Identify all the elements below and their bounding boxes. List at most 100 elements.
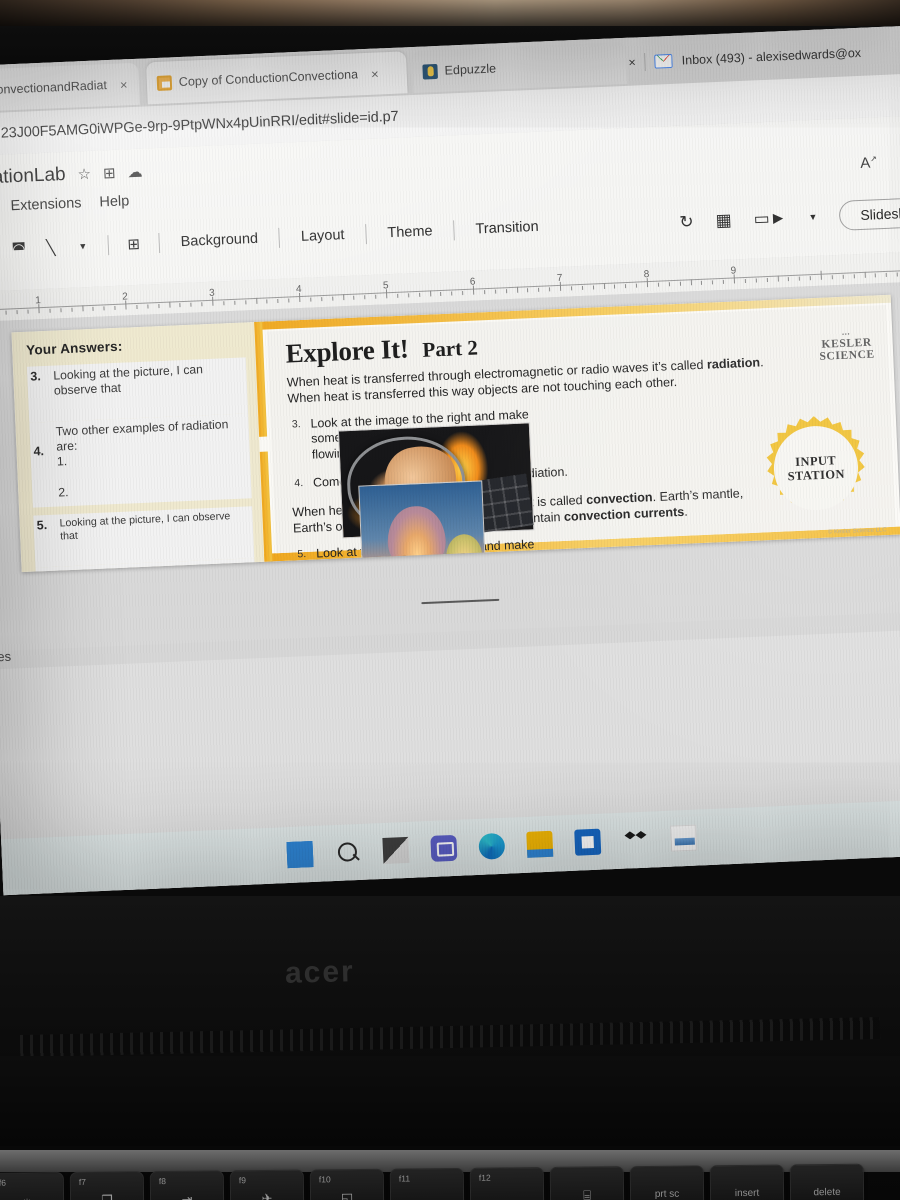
ruler-tick <box>766 278 768 283</box>
file-explorer-icon[interactable] <box>382 836 410 864</box>
ruler-number: 6 <box>469 276 476 288</box>
keyboard-key[interactable]: f10 ◱ <box>309 1168 385 1200</box>
ruler-tick <box>451 291 453 296</box>
ruler-number: 7 <box>556 272 563 285</box>
key-fn-label: f6 <box>0 1177 7 1188</box>
search-icon[interactable] <box>334 839 361 866</box>
ruler-tick <box>244 300 247 305</box>
key-glyph-icon: ⌸ <box>583 1187 592 1200</box>
ruler-number: 8 <box>643 269 650 281</box>
ruler-tick <box>179 303 181 308</box>
ruler-number: 3 <box>208 287 215 299</box>
cloud-saved-icon[interactable]: ☁ <box>127 163 143 182</box>
ruler-tick <box>657 282 659 287</box>
star-icon[interactable]: ☆ <box>77 165 91 184</box>
close-icon[interactable]: × <box>628 55 636 69</box>
line-icon[interactable]: ╲ <box>39 236 62 259</box>
shape-icon[interactable]: ◚ <box>7 238 30 261</box>
store-icon[interactable] <box>574 828 602 856</box>
toolbar-divider <box>365 224 367 245</box>
key-word-label: delete <box>813 1186 841 1199</box>
theme-button[interactable]: Theme <box>380 221 440 244</box>
desk-shadow <box>0 0 900 26</box>
ruler-tick <box>701 280 703 285</box>
menu-item-help[interactable]: Help <box>99 193 129 210</box>
present-video-icon[interactable]: ▭► <box>753 208 787 229</box>
ruler-tick <box>320 297 323 302</box>
keyboard-key[interactable]: f11 <box>389 1167 465 1200</box>
close-icon[interactable]: × <box>371 66 379 81</box>
ruler-tick <box>397 293 399 298</box>
ruler-tick <box>27 309 29 314</box>
ruler-tick <box>81 305 84 312</box>
speaker-notes-area[interactable]: es ^ <box>0 598 900 896</box>
ruler-tick <box>494 289 496 294</box>
slide-content[interactable]: Your Answers: 3. Looking at the picture,… <box>11 294 900 573</box>
ruler-tick <box>875 273 877 278</box>
textbox-icon[interactable]: ⊞ <box>122 233 145 256</box>
ruler-tick <box>614 284 616 289</box>
ruler-tick <box>712 280 714 285</box>
ruler-tick <box>310 297 312 302</box>
ruler-tick <box>168 301 171 308</box>
tab-label: Copy of ConductionConvectiona <box>178 67 359 89</box>
badge-line-2: STATION <box>787 466 846 484</box>
slideshow-button[interactable]: Slideshow <box>838 196 900 231</box>
transition-button[interactable]: Transition <box>468 216 546 239</box>
menu-item-extensions[interactable]: Extensions <box>10 195 82 214</box>
amazon-icon[interactable] <box>670 824 698 852</box>
toolbar-divider <box>158 232 161 253</box>
dropbox-icon[interactable] <box>622 827 649 854</box>
laptop-lower-bezel: acer <box>0 896 900 1014</box>
ruler-tick <box>147 304 149 309</box>
paragraph-convection-c: . <box>683 504 689 519</box>
speaker-notes-icon[interactable]: ▦ <box>715 211 732 232</box>
keyboard-key[interactable]: f9 ✈ <box>229 1169 305 1200</box>
answers-panel: Your Answers: 3. Looking at the picture,… <box>11 321 265 573</box>
ruler-tick <box>864 271 866 278</box>
laptop-screen: ctionConvectionandRadiat × Copy of Condu… <box>0 24 900 896</box>
teams-icon[interactable] <box>430 834 458 862</box>
keyboard-key[interactable]: insert <box>709 1164 785 1200</box>
ruler-tick <box>418 292 420 297</box>
keyboard-key[interactable]: f8 ⇥ <box>149 1170 225 1200</box>
browser-tab-1[interactable]: ctionConvectionandRadiat × <box>0 62 140 113</box>
start-icon[interactable] <box>286 840 314 869</box>
tab-divider <box>644 53 647 72</box>
answer-box-5[interactable]: 5. Looking at the picture, I can observe… <box>33 506 255 568</box>
line-dropdown-icon[interactable]: ▼ <box>71 235 94 258</box>
folder-icon[interactable] <box>526 830 554 858</box>
version-history-icon[interactable]: ↻ <box>679 212 694 233</box>
keyboard-key[interactable]: ⌸ <box>549 1166 625 1200</box>
browser-tab-3[interactable]: Edpuzzle <box>411 41 628 93</box>
present-dropdown-icon[interactable]: ▼ <box>808 212 817 222</box>
answer-box-3[interactable]: 3. Looking at the picture, I can observe… <box>26 357 249 423</box>
keyboard-key[interactable]: prt sc <box>629 1165 705 1200</box>
browser-tab-4-gmail[interactable]: × Inbox (493) - alexisedwards@ox <box>628 40 862 76</box>
key-fn-label: f11 <box>398 1173 411 1184</box>
ruler-tick <box>842 274 844 279</box>
input-station-badge: INPUT STATION <box>760 414 873 527</box>
keyboard-key[interactable]: delete <box>789 1163 865 1200</box>
layout-button[interactable]: Layout <box>294 225 352 247</box>
edge-icon[interactable] <box>478 832 506 860</box>
ruler-tick <box>885 272 888 277</box>
ruler-tick <box>407 293 410 298</box>
ruler-tick <box>831 275 833 280</box>
move-to-folder-icon[interactable]: ⊞ <box>103 164 116 183</box>
keyboard-key[interactable]: f12 <box>469 1167 545 1200</box>
read-aloud-icon[interactable]: A↗ <box>860 154 877 172</box>
speaker-grille <box>19 1016 881 1058</box>
answer-box-4[interactable]: 4. Two other examples of radiation are: … <box>29 413 252 508</box>
background-button[interactable]: Background <box>173 228 265 252</box>
page-title[interactable]: StationLab <box>0 164 66 190</box>
ruler-tick <box>190 302 192 307</box>
ruler-tick <box>896 272 898 277</box>
ruler-tick <box>603 282 605 290</box>
key-glyph-icon: ❐ <box>101 1193 113 1200</box>
keyboard-key[interactable]: f6 ☼ <box>0 1172 65 1200</box>
ruler-tick <box>103 306 105 311</box>
keyboard-key[interactable]: f7 ❐ <box>69 1171 145 1200</box>
ruler-tick <box>92 306 94 311</box>
close-icon[interactable]: × <box>120 77 128 92</box>
